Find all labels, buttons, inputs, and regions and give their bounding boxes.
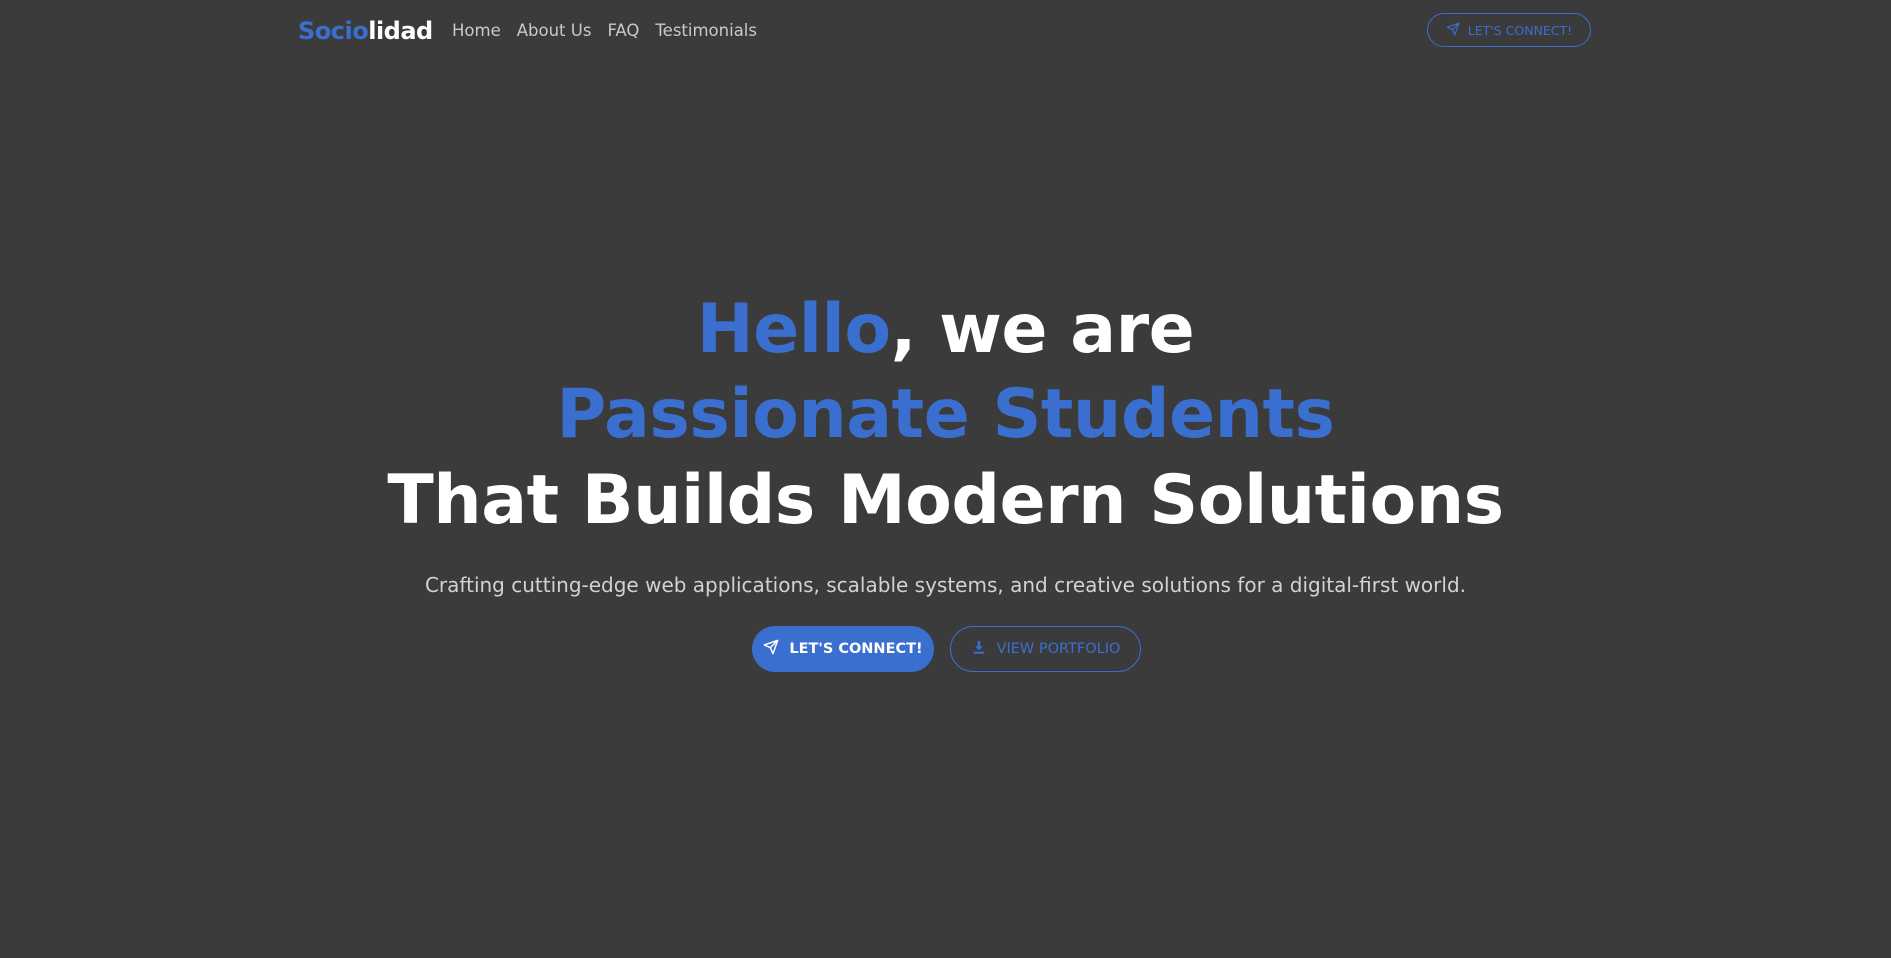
nav-link-home[interactable]: Home <box>452 18 501 44</box>
nav-link-faq[interactable]: FAQ <box>607 18 639 44</box>
hero-heading-line1: Hello, we are <box>0 287 1891 373</box>
nav-connect-label: LET'S CONNECT! <box>1467 22 1573 38</box>
paper-plane-icon <box>763 639 779 659</box>
navbar: Sociolidad Home About Us FAQ Testimonial… <box>0 0 1891 62</box>
hero-subtitle: Crafting cutting-edge web applications, … <box>424 573 1467 597</box>
paper-plane-icon <box>1446 22 1460 39</box>
hero-heading-we-are: , we are <box>890 290 1195 369</box>
brand-logo[interactable]: Sociolidad <box>298 14 433 48</box>
view-portfolio-label: VIEW PORTFOLIO <box>996 641 1121 657</box>
nav-link-testimonials[interactable]: Testimonials <box>655 18 757 44</box>
brand-logo-part1: Socio <box>298 17 369 45</box>
download-icon <box>971 639 987 659</box>
hero-connect-button[interactable]: LET'S CONNECT! <box>752 626 934 672</box>
nav-connect-button[interactable]: LET'S CONNECT! <box>1427 13 1591 47</box>
hero-connect-label: LET'S CONNECT! <box>789 641 923 657</box>
nav-link-about-us[interactable]: About Us <box>517 18 592 44</box>
hero-heading-line3: That Builds Modern Solutions <box>387 461 1504 540</box>
hero-heading-line2: Passionate Students <box>556 375 1335 454</box>
view-portfolio-button[interactable]: VIEW PORTFOLIO <box>950 626 1141 672</box>
brand-logo-part2: lidad <box>368 17 433 45</box>
hero-heading-hello: Hello <box>696 290 891 369</box>
nav-menu: Home About Us FAQ Testimonials <box>452 18 757 44</box>
